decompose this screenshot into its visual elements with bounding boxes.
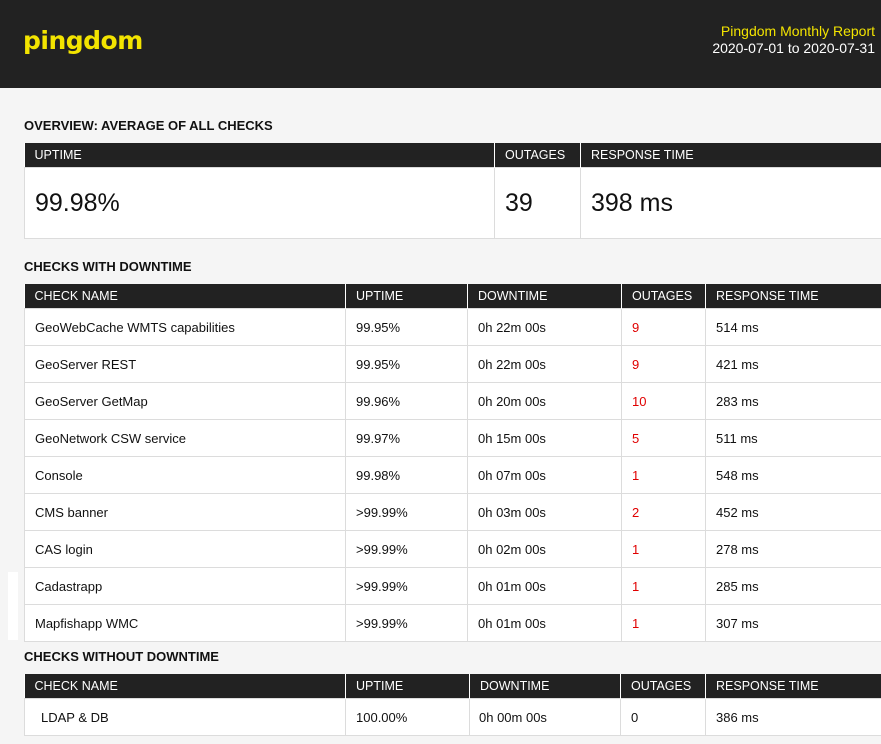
table-row: CAS login >99.99% 0h 02m 00s 1 278 ms [24, 530, 881, 568]
header-response-time: RESPONSE TIME [705, 284, 881, 309]
cell-downtime: 0h 22m 00s [467, 308, 622, 346]
table-row: GeoNetwork CSW service 99.97% 0h 15m 00s 5 5… [24, 419, 881, 457]
overview-values-row: 99.98% 39 398 ms [24, 167, 881, 239]
table-row: GeoWebCache WMTS capabilities 99.95% 0h 22… [24, 308, 881, 346]
table-row: CMS banner >99.99% 0h 03m 00s 2 452 ms [24, 493, 881, 531]
cell-check-name: CAS login [24, 530, 346, 568]
cell-check-name: GeoWebCache WMTS capabilities [24, 308, 346, 346]
overview-header-uptime: UPTIME [24, 143, 495, 168]
cell-downtime: 0h 02m 00s [467, 530, 622, 568]
downtime-table: CHECK NAME UPTIME DOWNTIME OUTAGES RESPO… [24, 284, 881, 642]
table-row: LDAP & DB 100.00% 0h 00m 00s 0 386 ms [24, 698, 881, 736]
cell-outages: 1 [621, 456, 706, 494]
cell-outages: 10 [621, 382, 706, 420]
cell-downtime: 0h 01m 00s [467, 604, 622, 642]
cell-response-time: 511 ms [705, 419, 881, 457]
cell-check-name: LDAP & DB [24, 698, 346, 736]
header-uptime: UPTIME [345, 674, 470, 699]
overview-outages-value: 39 [494, 167, 581, 239]
cell-response-time: 421 ms [705, 345, 881, 383]
cell-uptime: >99.99% [345, 567, 468, 605]
cell-uptime: 99.96% [345, 382, 468, 420]
cell-check-name: Cadastrapp [24, 567, 346, 605]
cell-outages: 1 [621, 530, 706, 568]
cell-uptime: >99.99% [345, 530, 468, 568]
header-check-name: CHECK NAME [24, 284, 346, 309]
cell-downtime: 0h 07m 00s [467, 456, 622, 494]
header-downtime: DOWNTIME [469, 674, 621, 699]
cell-outages: 5 [621, 419, 706, 457]
report-header: pingdom Pingdom Monthly Report 2020-07-0… [0, 0, 881, 88]
cell-response-time: 548 ms [705, 456, 881, 494]
cell-downtime: 0h 00m 00s [469, 698, 621, 736]
cell-downtime: 0h 03m 00s [467, 493, 622, 531]
header-response-time: RESPONSE TIME [705, 674, 881, 699]
cell-downtime: 0h 15m 00s [467, 419, 622, 457]
overview-uptime-value: 99.98% [24, 167, 495, 239]
cell-response-time: 278 ms [705, 530, 881, 568]
downtime-header-row: CHECK NAME UPTIME DOWNTIME OUTAGES RESPO… [24, 284, 881, 309]
cell-downtime: 0h 20m 00s [467, 382, 622, 420]
cell-outages: 2 [621, 493, 706, 531]
cell-uptime: >99.99% [345, 604, 468, 642]
downtime-section-title: CHECKS WITH DOWNTIME [24, 259, 192, 274]
cell-response-time: 514 ms [705, 308, 881, 346]
cell-check-name: CMS banner [24, 493, 346, 531]
cell-response-time: 283 ms [705, 382, 881, 420]
report-title: Pingdom Monthly Report [720, 23, 875, 39]
report-info: Pingdom Monthly Report 2020-07-01 to 202… [705, 23, 875, 57]
cell-uptime: 99.95% [345, 308, 468, 346]
cell-uptime: 99.98% [345, 456, 468, 494]
cell-downtime: 0h 01m 00s [467, 567, 622, 605]
overview-header-row: UPTIME OUTAGES RESPONSE TIME [24, 143, 881, 168]
cell-check-name: GeoServer REST [24, 345, 346, 383]
cell-response-time: 307 ms [705, 604, 881, 642]
cell-outages: 1 [621, 567, 706, 605]
header-outages: OUTAGES [621, 284, 706, 309]
table-row: Console 99.98% 0h 07m 00s 1 548 ms [24, 456, 881, 494]
cell-check-name: Mapfishapp WMC [24, 604, 346, 642]
cell-check-name: GeoNetwork CSW service [24, 419, 346, 457]
header-downtime: DOWNTIME [467, 284, 622, 309]
overview-response-time-value: 398 ms [580, 167, 881, 239]
cell-outages: 9 [621, 308, 706, 346]
cell-response-time: 285 ms [705, 567, 881, 605]
cell-response-time: 386 ms [705, 698, 881, 736]
table-row: Mapfishapp WMC >99.99% 0h 01m 00s 1 307 ms [24, 604, 881, 642]
no-downtime-table: CHECK NAME UPTIME DOWNTIME OUTAGES RESPO… [24, 674, 881, 736]
cell-uptime: 99.95% [345, 345, 468, 383]
overview-header-outages: OUTAGES [494, 143, 581, 168]
cell-uptime: >99.99% [345, 493, 468, 531]
cell-check-name: Console [24, 456, 346, 494]
cell-uptime: 99.97% [345, 419, 468, 457]
cell-response-time: 452 ms [705, 493, 881, 531]
cell-check-name: GeoServer GetMap [24, 382, 346, 420]
header-check-name: CHECK NAME [24, 674, 346, 699]
table-row: Cadastrapp >99.99% 0h 01m 00s 1 285 ms [24, 567, 881, 605]
table-row: GeoServer GetMap 99.96% 0h 20m 00s 10 283 ms [24, 382, 881, 420]
cell-downtime: 0h 22m 00s [467, 345, 622, 383]
overview-table: UPTIME OUTAGES RESPONSE TIME 99.98% 39 3… [24, 143, 881, 239]
overview-header-response-time: RESPONSE TIME [580, 143, 881, 168]
no-downtime-section-title: CHECKS WITHOUT DOWNTIME [24, 649, 219, 664]
pingdom-logo: pingdom [23, 26, 143, 55]
cell-outages: 0 [620, 698, 706, 736]
cell-outages: 1 [621, 604, 706, 642]
overview-title: OVERVIEW: AVERAGE OF ALL CHECKS [24, 118, 273, 133]
table-row: GeoServer REST 99.95% 0h 22m 00s 9 421 ms [24, 345, 881, 383]
report-date-range: 2020-07-01 to 2020-07-31 [712, 40, 875, 56]
header-uptime: UPTIME [345, 284, 468, 309]
cell-outages: 9 [621, 345, 706, 383]
cell-uptime: 100.00% [345, 698, 470, 736]
no-downtime-header-row: CHECK NAME UPTIME DOWNTIME OUTAGES RESPO… [24, 674, 881, 699]
left-edge-mark [8, 572, 18, 640]
header-outages: OUTAGES [620, 674, 706, 699]
